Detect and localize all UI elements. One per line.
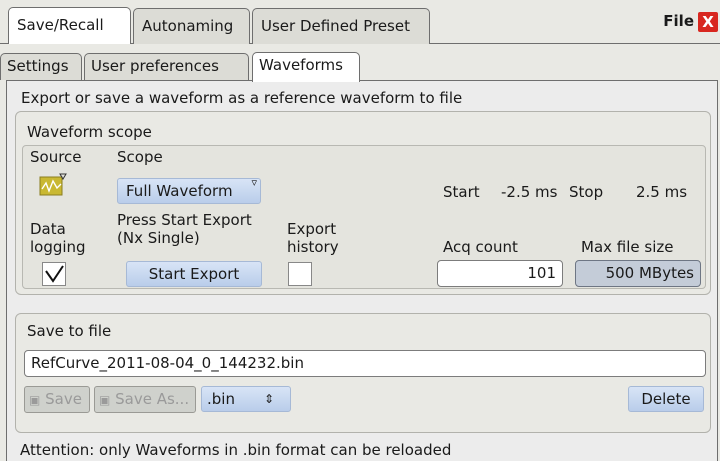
description-text: Export or save a waveform as a reference…: [21, 89, 463, 107]
save-to-file-section: Save to file RefCurve_2011-08-04_0_14423…: [15, 313, 711, 433]
tab-label: Save/Recall: [17, 16, 104, 34]
subtab-waveforms[interactable]: Waveforms: [252, 52, 360, 82]
checkmark-icon: [45, 265, 64, 283]
acq-count-field[interactable]: 101: [437, 260, 563, 287]
max-file-size-field[interactable]: 500 MBytes: [575, 260, 701, 287]
tab-autonaming[interactable]: Autonaming: [133, 8, 250, 44]
save-as-label: Save As...: [115, 390, 190, 408]
save-button[interactable]: ▣ Save: [24, 386, 90, 413]
dialog-title: File: [663, 12, 694, 30]
attention-text: Attention: only Waveforms in .bin format…: [20, 441, 452, 459]
delete-button[interactable]: Delete: [628, 386, 704, 412]
waveform-source-icon: [39, 173, 67, 196]
subtab-label: Waveforms: [259, 56, 343, 74]
save-to-file-heading: Save to file: [27, 322, 112, 340]
export-history-label-line2: history: [287, 238, 339, 256]
source-label: Source: [30, 148, 82, 166]
save-as-disk-icon: ▣: [99, 393, 111, 407]
delete-label: Delete: [641, 390, 691, 408]
scope-dropdown[interactable]: Full Waveform ▿: [117, 176, 261, 204]
press-start-label-line1: Press Start Export: [117, 211, 252, 229]
save-as-button[interactable]: ▣ Save As...: [94, 386, 196, 413]
waveform-scope-panel: Source Scope Full Waveform ▿ Start -2.5 …: [22, 145, 706, 289]
subtab-label: Settings: [7, 57, 69, 75]
acq-count-label: Acq count: [443, 238, 518, 256]
export-history-label-line1: Export: [287, 220, 337, 238]
file-format-value: .bin: [207, 390, 235, 408]
dropdown-arrow-icon: ▿: [251, 176, 257, 189]
start-label: Start: [443, 183, 480, 201]
data-logging-checkbox[interactable]: [42, 262, 66, 286]
filename-field[interactable]: RefCurve_2011-08-04_0_144232.bin: [24, 350, 706, 377]
start-value[interactable]: -2.5 ms: [501, 183, 557, 201]
stop-label: Stop: [569, 183, 604, 201]
press-start-label: Press Start Export (Nx Single): [117, 211, 252, 247]
tab-label: User Defined Preset: [261, 17, 410, 35]
start-export-label: Start Export: [148, 265, 240, 283]
stop-value[interactable]: 2.5 ms: [636, 183, 687, 201]
subtab-label: User preferences: [91, 57, 219, 75]
waveforms-panel: Export or save a waveform as a reference…: [6, 80, 718, 461]
data-logging-label: Data logging: [30, 220, 86, 256]
source-selector[interactable]: [39, 173, 67, 197]
save-disk-icon: ▣: [29, 393, 41, 407]
start-export-button[interactable]: Start Export: [126, 261, 262, 287]
file-format-dropdown[interactable]: .bin ⇕: [201, 386, 291, 412]
scope-value: Full Waveform: [126, 182, 233, 200]
waveform-scope-heading: Waveform scope: [27, 123, 152, 141]
data-logging-label-line1: Data: [30, 220, 66, 238]
export-history-label: Export history: [287, 220, 339, 256]
press-start-label-line2: (Nx Single): [117, 229, 200, 247]
tab-user-defined-preset[interactable]: User Defined Preset: [252, 8, 430, 44]
save-label: Save: [45, 390, 82, 408]
tab-label: Autonaming: [142, 17, 234, 35]
waveform-scope-section: Waveform scope Source Scope Full Wavefor…: [15, 111, 711, 295]
updown-arrow-icon: ⇕: [264, 392, 275, 406]
scope-label: Scope: [117, 148, 163, 166]
subtab-settings[interactable]: Settings: [0, 53, 82, 80]
subtab-user-preferences[interactable]: User preferences: [84, 53, 249, 80]
close-button[interactable]: X: [698, 12, 718, 32]
max-file-size-label: Max file size: [581, 238, 674, 256]
data-logging-label-line2: logging: [30, 238, 86, 256]
tab-save-recall[interactable]: Save/Recall: [8, 7, 131, 44]
export-history-checkbox[interactable]: [288, 262, 312, 286]
